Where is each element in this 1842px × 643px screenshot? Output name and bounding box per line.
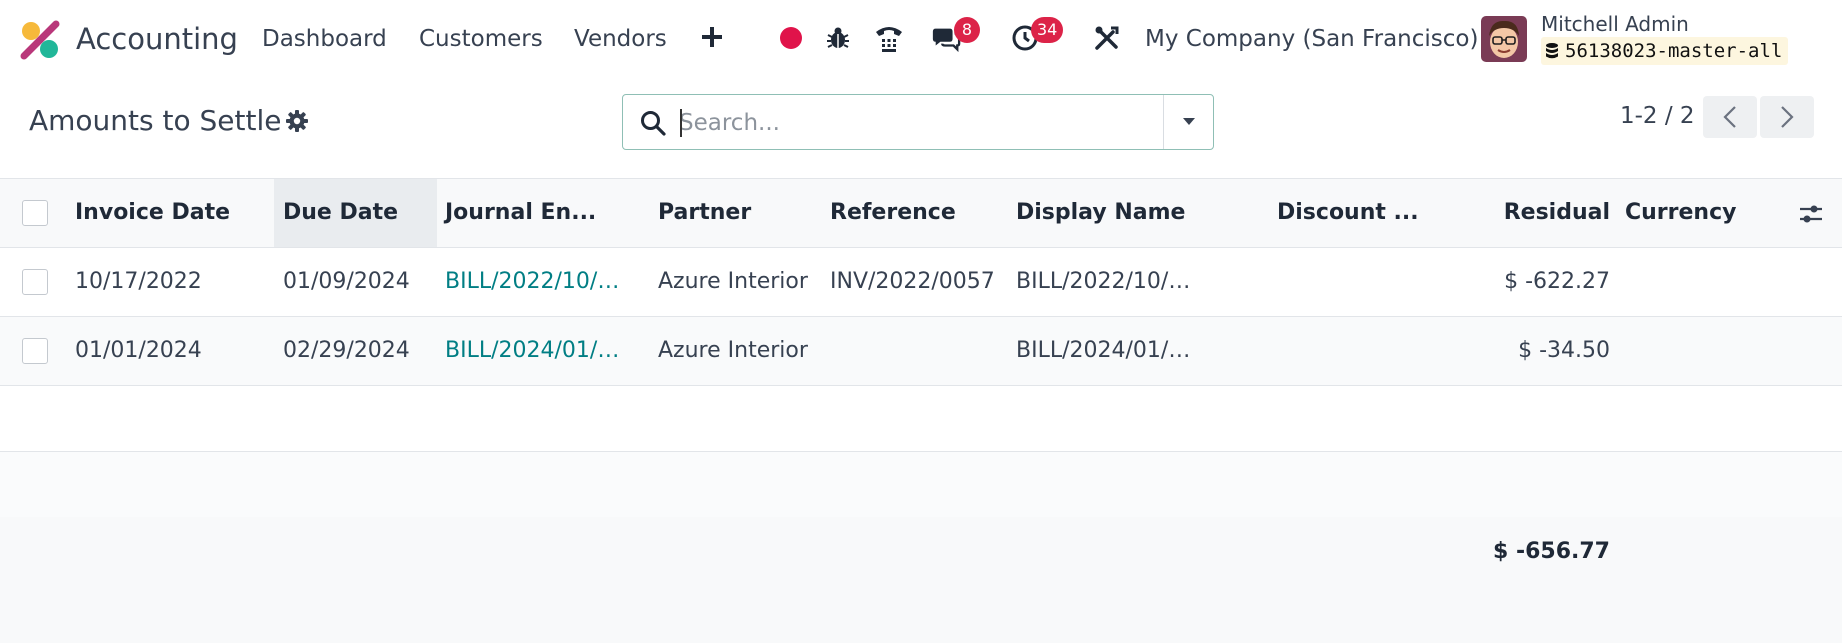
cell-due-date: 02/29/2024 bbox=[283, 338, 410, 363]
cell-invoice-date: 10/17/2022 bbox=[75, 269, 202, 294]
database-icon bbox=[1546, 43, 1558, 59]
column-discount[interactable]: Discount ... bbox=[1277, 179, 1419, 247]
app-name[interactable]: Accounting bbox=[76, 20, 238, 58]
column-due-date[interactable]: Due Date bbox=[274, 179, 437, 247]
menu-vendors[interactable]: Vendors bbox=[574, 24, 667, 54]
chevron-left-icon bbox=[1723, 106, 1736, 128]
column-partner[interactable]: Partner bbox=[658, 179, 751, 247]
cell-residual: $ -34.50 bbox=[1518, 338, 1610, 363]
cell-partner: Azure Interior bbox=[658, 338, 808, 363]
column-currency[interactable]: Currency bbox=[1625, 179, 1736, 247]
search-input[interactable] bbox=[679, 103, 1079, 143]
column-residual[interactable]: Residual bbox=[1470, 179, 1610, 247]
empty-row bbox=[0, 452, 1842, 518]
caret-down-icon bbox=[1182, 118, 1195, 125]
gear-icon[interactable] bbox=[285, 109, 309, 133]
search-options-toggle[interactable] bbox=[1163, 95, 1213, 149]
cell-display-name: BILL/2022/10/… bbox=[1016, 269, 1191, 294]
column-display-name[interactable]: Display Name bbox=[1016, 179, 1185, 247]
company-switcher[interactable]: My Company (San Francisco) bbox=[1145, 24, 1478, 54]
select-all-checkbox[interactable] bbox=[22, 200, 48, 226]
column-journal-entry[interactable]: Journal En... bbox=[445, 179, 596, 247]
total-residual: $ -656.77 bbox=[1493, 539, 1610, 564]
table-footer: $ -656.77 bbox=[0, 517, 1842, 643]
cell-partner: Azure Interior bbox=[658, 269, 808, 294]
pager-previous-button[interactable] bbox=[1703, 96, 1757, 138]
record-icon[interactable] bbox=[776, 22, 806, 54]
cell-journal-entry-link[interactable]: BILL/2024/01/… bbox=[445, 317, 619, 385]
page-title: Amounts to Settle bbox=[29, 104, 282, 137]
phone-icon[interactable] bbox=[874, 22, 904, 54]
row-checkbox[interactable] bbox=[22, 338, 48, 364]
database-tag: 56138023-master-all bbox=[1541, 37, 1789, 65]
search-bar bbox=[622, 94, 1214, 150]
table-row[interactable]: 01/01/2024 02/29/2024 BILL/2024/01/… Azu… bbox=[0, 317, 1842, 386]
optional-columns-icon[interactable] bbox=[1798, 201, 1824, 227]
table-row[interactable]: 10/17/2022 01/09/2024 BILL/2022/10/… Azu… bbox=[0, 248, 1842, 317]
column-reference[interactable]: Reference bbox=[830, 179, 956, 247]
cell-invoice-date: 01/01/2024 bbox=[75, 338, 202, 363]
pager-value[interactable]: 1-2 / 2 bbox=[1620, 100, 1695, 132]
accounting-logo-icon[interactable] bbox=[20, 20, 60, 60]
user-avatar[interactable] bbox=[1481, 16, 1527, 62]
cell-journal-entry-link[interactable]: BILL/2022/10/… bbox=[445, 248, 619, 316]
chevron-right-icon bbox=[1781, 106, 1794, 128]
cell-display-name: BILL/2024/01/… bbox=[1016, 338, 1191, 363]
tools-icon[interactable] bbox=[1092, 22, 1122, 54]
menu-dashboard[interactable]: Dashboard bbox=[262, 24, 387, 54]
message-count-badge: 8 bbox=[954, 17, 980, 43]
cell-residual: $ -622.27 bbox=[1504, 269, 1610, 294]
cell-due-date: 01/09/2024 bbox=[283, 269, 410, 294]
column-invoice-date[interactable]: Invoice Date bbox=[75, 179, 230, 247]
activity-count-badge: 34 bbox=[1031, 17, 1064, 43]
user-name[interactable]: Mitchell Admin bbox=[1541, 11, 1689, 37]
row-checkbox[interactable] bbox=[22, 269, 48, 295]
text-caret bbox=[680, 109, 682, 137]
cell-reference: INV/2022/0057 bbox=[830, 269, 995, 294]
table-header: Invoice Date Due Date Journal En... Part… bbox=[0, 178, 1842, 248]
empty-row bbox=[0, 386, 1842, 452]
menu-customers[interactable]: Customers bbox=[419, 24, 543, 54]
top-navbar: Accounting Dashboard Customers Vendors 8… bbox=[0, 0, 1842, 78]
pager-next-button[interactable] bbox=[1760, 96, 1814, 138]
bug-icon[interactable] bbox=[823, 22, 853, 54]
plus-icon[interactable] bbox=[700, 22, 724, 52]
search-icon bbox=[639, 109, 667, 137]
database-name: 56138023-master-all bbox=[1565, 40, 1783, 62]
